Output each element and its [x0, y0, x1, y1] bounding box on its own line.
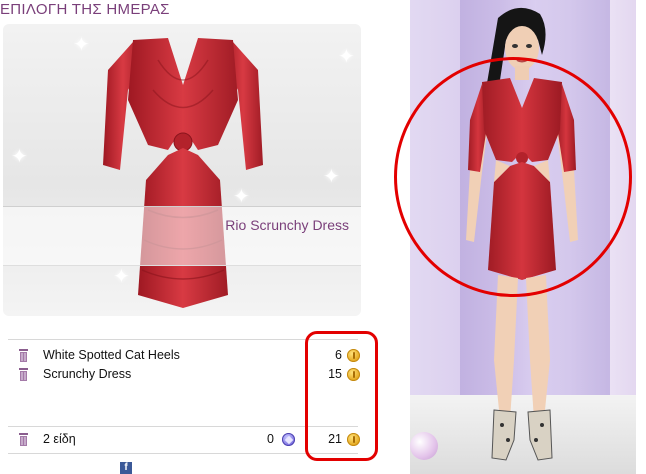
trash-icon[interactable] [18, 433, 29, 446]
sparkle-icon: ✦ [323, 166, 340, 188]
featured-item-name[interactable]: Rio Scrunchy Dress [225, 217, 349, 233]
section-title: ΕΠΙΛΟΓΗ ΤΗΣ ΗΜΕΡΑΣ [0, 1, 170, 18]
gem-icon [282, 433, 295, 446]
sparkle-icon: ✦ [338, 46, 355, 68]
price-highlight-annotation [305, 331, 378, 461]
gems-total: 0 [267, 432, 274, 446]
item-label-band [3, 206, 361, 266]
facebook-share-link[interactable]: f [120, 462, 280, 474]
dress-highlight-annotation [394, 57, 632, 297]
dress-image[interactable] [98, 30, 268, 315]
featured-item-card[interactable]: ✦ ✦ ✦ ✦ ✦ ✦ Rio Scrunchy Dress [3, 24, 361, 316]
sparkle-icon: ✦ [73, 34, 90, 56]
trash-icon[interactable] [18, 349, 29, 362]
item-name: White Spotted Cat Heels [43, 348, 180, 362]
item-name: Scrunchy Dress [43, 367, 132, 381]
trash-icon[interactable] [18, 368, 29, 381]
facebook-icon: f [120, 462, 132, 474]
sparkle-icon: ✦ [11, 146, 28, 168]
item-count: 2 είδη [43, 432, 76, 446]
